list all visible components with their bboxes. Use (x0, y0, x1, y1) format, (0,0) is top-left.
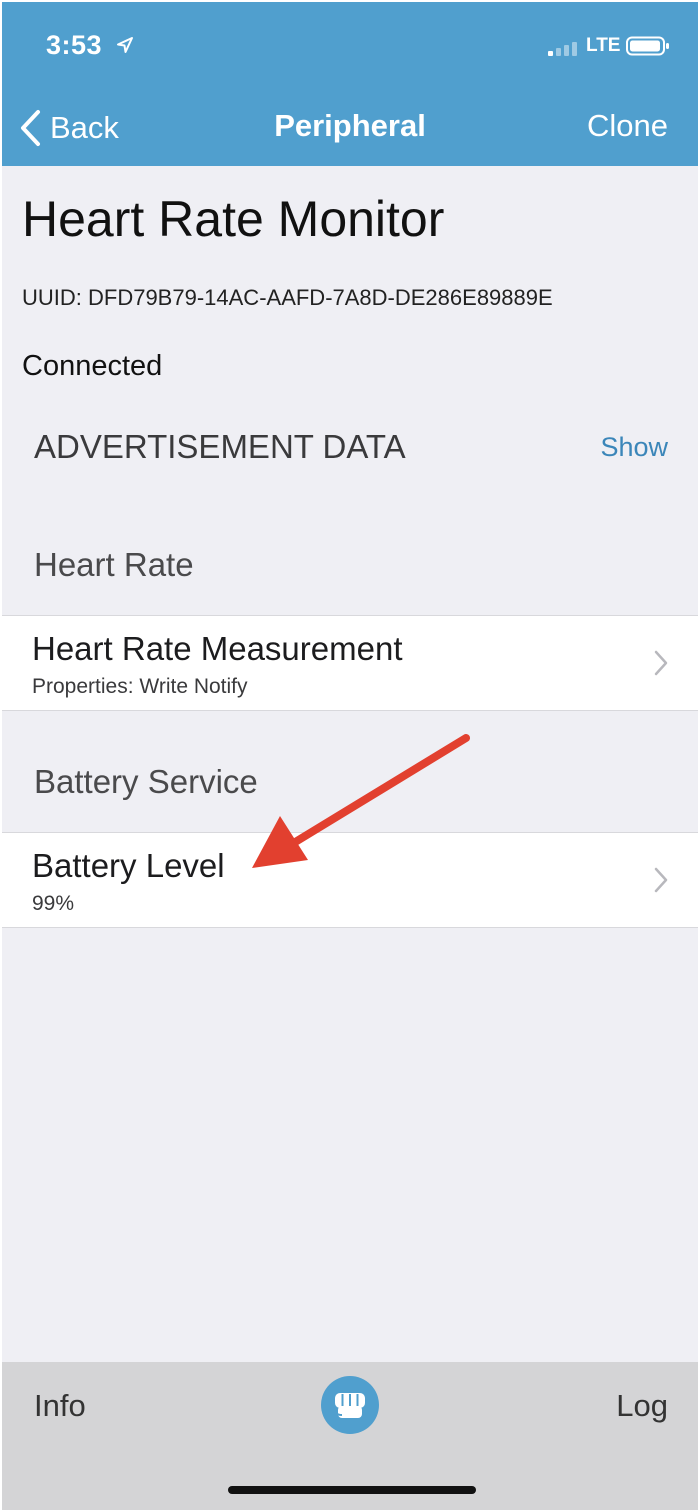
peripheral-name: Heart Rate Monitor (22, 191, 445, 247)
show-advertisement-button[interactable]: Show (600, 432, 668, 463)
characteristic-row-battery-level[interactable]: Battery Level 99% (2, 832, 698, 928)
characteristic-name: Heart Rate Measurement (32, 630, 403, 667)
status-time: 3:53 (46, 30, 103, 60)
characteristic-detail: Properties: Write Notify (32, 675, 248, 698)
chevron-right-icon (654, 650, 668, 676)
advertisement-data-header: ADVERTISEMENT DATA (34, 428, 406, 465)
chevron-right-icon (654, 867, 668, 893)
service-header-heart-rate: Heart Rate (34, 546, 194, 583)
navigation-header: 3:53 LTE Back Peripheral Clone (2, 2, 698, 166)
location-arrow-icon (117, 37, 133, 53)
chevron-left-icon (21, 110, 40, 146)
back-button[interactable]: Back (18, 106, 119, 150)
peripheral-screen: 3:53 LTE Back Peripheral Clone Heart Rat… (2, 2, 698, 1510)
characteristic-row-heart-rate-measurement[interactable]: Heart Rate Measurement Properties: Write… (2, 615, 698, 711)
log-tab[interactable]: Log (616, 1388, 668, 1424)
info-tab[interactable]: Info (34, 1388, 86, 1424)
connection-status: Connected (22, 350, 163, 382)
fist-icon[interactable] (320, 1375, 380, 1435)
service-header-battery-service: Battery Service (34, 763, 258, 800)
clone-button[interactable]: Clone (587, 108, 668, 144)
home-indicator (228, 1486, 476, 1494)
bottom-tab-bar: Info Log (2, 1362, 698, 1510)
signal-bars-icon (548, 42, 577, 56)
characteristic-detail: 99% (32, 892, 75, 915)
characteristic-name: Battery Level (32, 847, 225, 884)
back-button-label: Back (50, 110, 119, 145)
network-type: LTE (586, 35, 621, 56)
peripheral-uuid: UUID: DFD79B79-14AC-AAFD-7A8D-DE286E8988… (22, 285, 553, 310)
battery-icon (626, 36, 669, 56)
